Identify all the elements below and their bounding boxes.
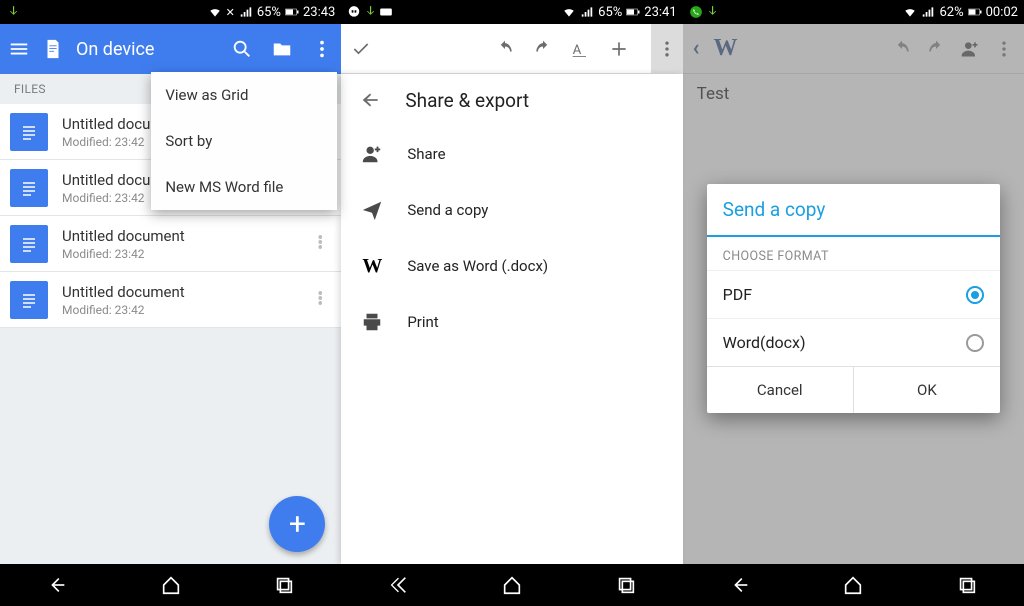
app-bar: On device bbox=[0, 24, 341, 74]
radio-selected-icon bbox=[966, 286, 984, 304]
nav-bar bbox=[0, 564, 341, 606]
sheet-title: Share & export bbox=[405, 89, 529, 112]
menu-sort-by[interactable]: Sort by bbox=[151, 118, 337, 164]
nav-bar bbox=[341, 564, 682, 606]
menu-icon[interactable] bbox=[8, 38, 30, 60]
svg-text:A: A bbox=[572, 43, 581, 58]
recent-button[interactable] bbox=[956, 574, 978, 596]
download-icon bbox=[363, 5, 377, 19]
battery-icon bbox=[285, 5, 299, 19]
doc-logo-icon bbox=[42, 38, 64, 60]
back-button[interactable] bbox=[387, 574, 409, 596]
whatsapp-icon bbox=[689, 5, 703, 19]
back-button[interactable] bbox=[729, 574, 751, 596]
doc-icon bbox=[10, 281, 48, 319]
send-copy-dialog: Send a copy CHOOSE FORMAT PDF Word(docx)… bbox=[707, 184, 1000, 413]
clock: 23:43 bbox=[303, 5, 335, 20]
file-overflow-icon[interactable]: ••• bbox=[307, 292, 331, 307]
file-row[interactable]: Untitled document Modified: 23:42 ••• bbox=[0, 272, 341, 328]
search-icon[interactable] bbox=[231, 38, 253, 60]
screen-docs-list: ✕ 65% 23:43 On device FILES Untitled doc… bbox=[0, 0, 341, 606]
option-pdf[interactable]: PDF bbox=[707, 270, 1000, 318]
recent-button[interactable] bbox=[615, 574, 637, 596]
dialog-subtitle: CHOOSE FORMAT bbox=[707, 237, 1000, 270]
screen-editor-share: 65% 23:41 A 1Q @A Share & export Share S… bbox=[341, 0, 682, 606]
battery-icon bbox=[626, 5, 640, 19]
share-export-sheet: Share & export Share Send a copy W Save … bbox=[341, 74, 682, 564]
text-format-icon[interactable]: A bbox=[571, 39, 591, 59]
menu-view-as-grid[interactable]: View as Grid bbox=[151, 72, 337, 118]
file-modified: Modified: 23:42 bbox=[62, 303, 307, 317]
recent-button[interactable] bbox=[273, 574, 295, 596]
nav-bar bbox=[683, 564, 1024, 606]
file-name: Untitled document bbox=[62, 227, 307, 245]
file-name: Untitled document bbox=[62, 283, 307, 301]
folder-icon[interactable] bbox=[271, 38, 293, 60]
overflow-menu: View as Grid Sort by New MS Word file bbox=[151, 72, 337, 210]
overflow-icon[interactable] bbox=[311, 38, 333, 60]
fab-new-button[interactable]: + bbox=[269, 496, 325, 552]
redo-icon[interactable] bbox=[533, 39, 553, 59]
hangouts-icon bbox=[347, 5, 361, 19]
home-button[interactable] bbox=[501, 574, 523, 596]
ok-button[interactable]: OK bbox=[853, 367, 1000, 413]
status-bar: 65% 23:41 bbox=[341, 0, 682, 24]
download-icon bbox=[6, 5, 20, 19]
doc-icon bbox=[10, 169, 48, 207]
print-icon bbox=[361, 311, 383, 333]
clock: 00:02 bbox=[986, 5, 1018, 20]
print-item[interactable]: Print bbox=[347, 294, 682, 350]
person-add-icon bbox=[361, 143, 383, 165]
screen-send-copy-dialog: 62% 00:02 ‹ W Test Send a copy CHOOSE FO… bbox=[683, 0, 1024, 606]
radio-unselected-icon bbox=[966, 334, 984, 352]
clock: 23:41 bbox=[644, 5, 676, 20]
wifi-icon bbox=[562, 5, 576, 19]
signal-icon bbox=[921, 5, 935, 19]
menu-new-word-file[interactable]: New MS Word file bbox=[151, 164, 337, 210]
doc-icon bbox=[10, 225, 48, 263]
cancel-button[interactable]: Cancel bbox=[707, 367, 853, 413]
word-icon: W bbox=[361, 255, 383, 278]
wifi-icon bbox=[208, 5, 222, 19]
battery-text: 65% bbox=[257, 5, 281, 20]
signal-icon bbox=[580, 5, 594, 19]
done-icon[interactable] bbox=[351, 39, 371, 59]
share-item[interactable]: Share bbox=[347, 126, 682, 182]
appbar-title: On device bbox=[76, 39, 219, 60]
wifi-icon bbox=[903, 5, 917, 19]
download-icon bbox=[705, 5, 719, 19]
back-button[interactable] bbox=[46, 574, 68, 596]
dialog-title: Send a copy bbox=[707, 184, 1000, 235]
file-row[interactable]: Untitled document Modified: 23:42 ••• bbox=[0, 216, 341, 272]
editor-toolbar: A bbox=[341, 24, 682, 74]
back-arrow-icon[interactable] bbox=[361, 90, 381, 110]
battery-icon bbox=[968, 5, 982, 19]
save-word-item[interactable]: W Save as Word (.docx) bbox=[347, 238, 682, 294]
doc-icon bbox=[10, 113, 48, 151]
keyboard-icon bbox=[379, 5, 393, 19]
x-icon: ✕ bbox=[226, 6, 235, 19]
undo-icon[interactable] bbox=[495, 39, 515, 59]
status-bar: ✕ 65% 23:43 bbox=[0, 0, 341, 24]
insert-icon[interactable] bbox=[609, 39, 629, 59]
file-overflow-icon[interactable]: ••• bbox=[307, 236, 331, 251]
option-word[interactable]: Word(docx) bbox=[707, 318, 1000, 366]
battery-text: 62% bbox=[939, 5, 963, 20]
send-copy-item[interactable]: Send a copy bbox=[347, 182, 682, 238]
battery-text: 65% bbox=[598, 5, 622, 20]
signal-icon bbox=[239, 5, 253, 19]
home-button[interactable] bbox=[160, 574, 182, 596]
file-modified: Modified: 23:42 bbox=[62, 247, 307, 261]
overflow-button[interactable] bbox=[651, 24, 683, 74]
home-button[interactable] bbox=[842, 574, 864, 596]
send-icon bbox=[361, 199, 383, 221]
status-bar: 62% 00:02 bbox=[683, 0, 1024, 24]
